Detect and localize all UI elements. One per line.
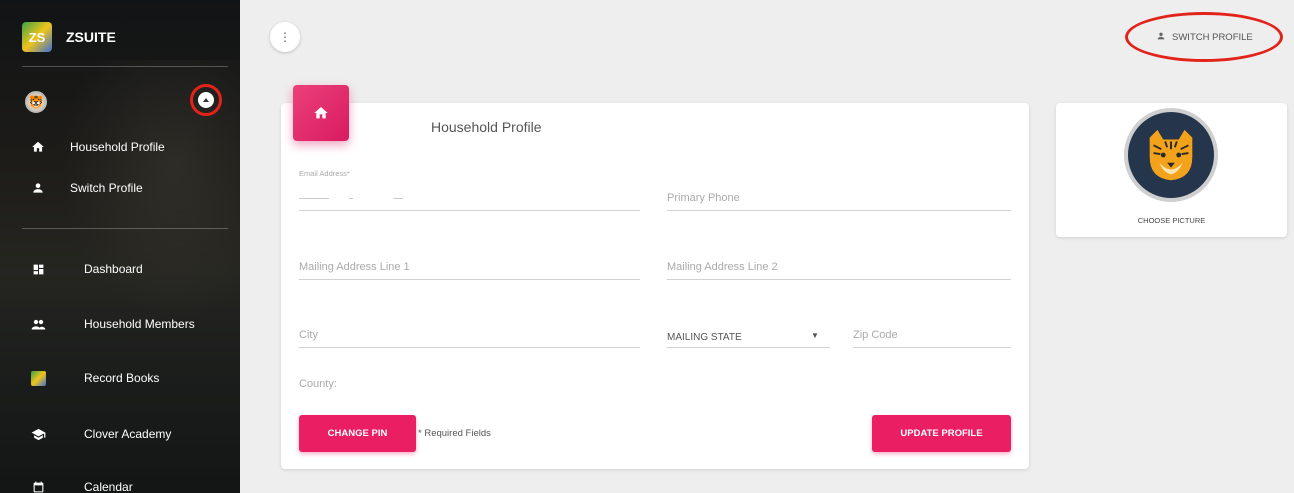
change-pin-button[interactable]: CHANGE PIN xyxy=(299,415,416,452)
tiger-icon xyxy=(1149,129,1193,181)
required-fields-note: * Required Fields xyxy=(418,428,491,439)
sidebar-divider xyxy=(22,66,228,67)
email-field[interactable] xyxy=(299,187,640,211)
email-label: Email Address* xyxy=(299,169,350,178)
sidebar-item-label: Clover Academy xyxy=(84,427,172,441)
choose-picture-button[interactable]: CHOOSE PICTURE xyxy=(1056,216,1287,225)
sidebar-item-clover-academy[interactable]: Clover Academy xyxy=(30,426,171,442)
sidebar-item-label: Household Profile xyxy=(70,140,165,154)
sidebar-item-label: Dashboard xyxy=(84,262,143,276)
sidebar-item-household-profile[interactable]: Household Profile xyxy=(30,139,165,155)
person-icon xyxy=(30,180,46,196)
primary-phone-field[interactable]: Primary Phone xyxy=(667,187,1011,211)
sidebar-content: ZS ZSUITE 🐯 Household Profile Switch Pro… xyxy=(0,0,240,493)
calendar-icon xyxy=(30,479,46,493)
mailing-state-value: MAILING STATE xyxy=(667,332,742,343)
sidebar-item-label: Household Members xyxy=(84,317,195,331)
sidebar-item-label: Record Books xyxy=(84,371,160,385)
sidebar-item-record-books[interactable]: Record Books xyxy=(30,370,159,386)
people-icon xyxy=(30,316,46,332)
dropdown-arrow-icon: ▼ xyxy=(811,331,819,340)
city-placeholder: City xyxy=(299,329,318,341)
sidebar-item-calendar[interactable]: Calendar xyxy=(30,479,133,493)
annotation-circle xyxy=(190,84,222,116)
more-menu-button[interactable]: ⋮ xyxy=(270,22,300,52)
school-icon xyxy=(30,426,46,442)
mailing-state-select[interactable]: MAILING STATE ▼ xyxy=(667,322,830,348)
annotation-ellipse xyxy=(1125,12,1283,62)
home-icon xyxy=(30,139,46,155)
county-field[interactable]: County: xyxy=(299,372,640,396)
mailing-address-2-field[interactable]: Mailing Address Line 2 xyxy=(667,256,1011,280)
mailing-address-1-field[interactable]: Mailing Address Line 1 xyxy=(299,256,640,280)
sidebar-item-label: Calendar xyxy=(84,480,133,493)
profile-picture[interactable] xyxy=(1124,108,1218,202)
brand-name: ZSUITE xyxy=(66,29,116,45)
sidebar-divider xyxy=(22,228,228,229)
city-field[interactable]: City xyxy=(299,324,640,348)
mailing-address-1-placeholder: Mailing Address Line 1 xyxy=(299,261,410,273)
zsuite-logo-icon xyxy=(30,370,46,386)
brand[interactable]: ZS ZSUITE xyxy=(22,22,116,52)
primary-phone-placeholder: Primary Phone xyxy=(667,192,740,204)
email-value-redacted xyxy=(299,192,403,204)
avatar[interactable]: 🐯 xyxy=(25,91,47,113)
zsuite-logo-icon: ZS xyxy=(22,22,52,52)
mailing-address-2-placeholder: Mailing Address Line 2 xyxy=(667,261,778,273)
county-placeholder: County: xyxy=(299,378,337,390)
sidebar-item-switch-profile[interactable]: Switch Profile xyxy=(30,180,143,196)
sidebar-item-dashboard[interactable]: Dashboard xyxy=(30,261,143,277)
card-title: Household Profile xyxy=(431,119,542,135)
dashboard-icon xyxy=(30,261,46,277)
sidebar-item-household-members[interactable]: Household Members xyxy=(30,316,195,332)
more-vert-icon: ⋮ xyxy=(279,30,291,44)
update-profile-button[interactable]: UPDATE PROFILE xyxy=(872,415,1011,452)
zip-code-placeholder: Zip Code xyxy=(853,329,898,341)
sidebar-item-label: Switch Profile xyxy=(70,181,143,195)
zip-code-field[interactable]: Zip Code xyxy=(853,324,1011,348)
home-icon xyxy=(293,85,349,141)
